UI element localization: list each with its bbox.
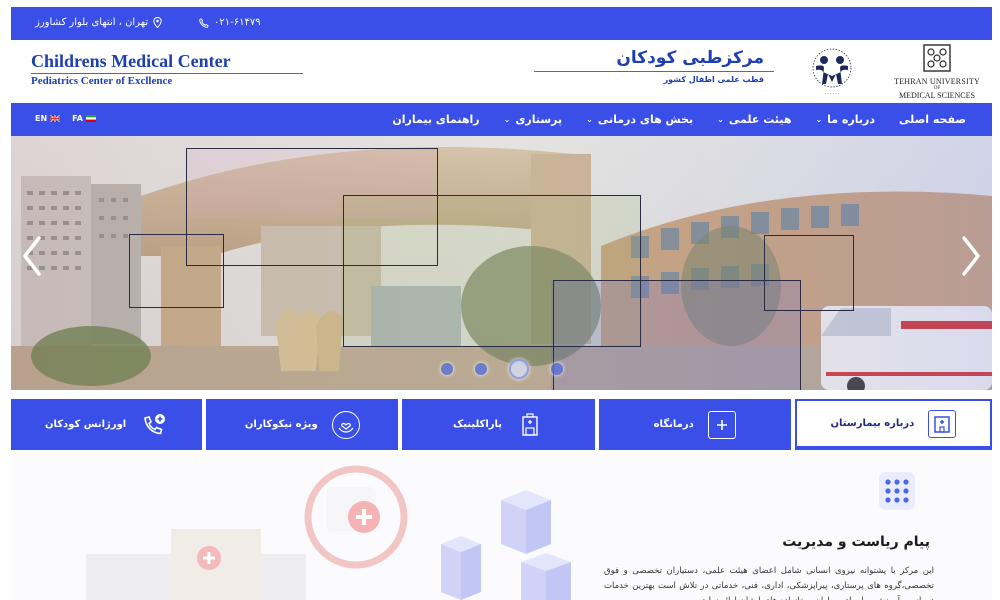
quick-link-paraclinic[interactable]: پاراکلینیک	[402, 399, 595, 450]
heart-hands-icon	[331, 410, 360, 439]
chevron-right-icon	[962, 236, 980, 276]
overlay-frame	[129, 234, 224, 308]
clinic-building-icon	[516, 411, 544, 439]
chevron-down-icon: ⌄	[815, 115, 823, 124]
chevron-left-icon	[23, 236, 41, 276]
quick-link-label: اورژانس کودکان	[44, 419, 127, 430]
tums-logo-line-1: TEHRAN UNIVERSITY	[894, 77, 980, 86]
site-title-english[interactable]: Childrens Medical Center	[31, 51, 231, 72]
nav-item-faculty[interactable]: هیئت علمی ⌄	[705, 113, 803, 126]
lang-code: EN	[35, 114, 48, 123]
quick-link-label: درباره بیمارستان	[830, 418, 915, 429]
phone-info[interactable]: ۰۲۱-۶۱۴۷۹	[199, 17, 261, 28]
slider-dot[interactable]	[475, 363, 487, 375]
lang-code: FA	[72, 114, 83, 123]
language-switcher: EN FA	[35, 114, 96, 123]
quick-link-emergency[interactable]: اورژانس کودکان	[10, 399, 203, 450]
top-info-bar: تهران ، انتهای بلوار کشاورز ۰۲۱-۶۱۴۷۹	[11, 7, 992, 40]
slider-dot-active[interactable]	[509, 359, 529, 379]
lang-en[interactable]: EN	[35, 114, 61, 123]
nav-item-departments[interactable]: بخش های درمانی ⌄	[574, 113, 705, 126]
chevron-down-icon: ⌄	[503, 115, 511, 124]
svg-text:- - - - - -: - - - - - -	[824, 91, 840, 96]
management-message-icon	[879, 472, 915, 510]
management-title: پیام ریاست و مدیریت	[782, 534, 930, 550]
hero-slider[interactable]	[11, 136, 992, 390]
nav-item-home[interactable]: صفحه اصلی	[887, 113, 978, 126]
chevron-down-icon: ⌄	[717, 115, 724, 124]
phone-icon	[199, 17, 209, 28]
lang-fa[interactable]: FA	[72, 114, 96, 123]
nav-menu: صفحه اصلی درباره ما ⌄ هیئت علمی ⌄ بخش ها…	[380, 103, 978, 136]
management-body: این مرکز با پشتوانه نیروی انسانی شامل اع…	[604, 566, 934, 600]
plus-square-icon	[707, 410, 736, 439]
nav-item-label: درباره ما	[827, 113, 875, 126]
slider-dot[interactable]	[551, 363, 563, 375]
quick-link-about-hospital[interactable]: درباره بیمارستان	[794, 399, 992, 450]
site-title-persian[interactable]: مرکزطبی کودکان	[616, 48, 764, 68]
site-subtitle-english: Pediatrics Center of Excllence	[31, 75, 173, 87]
quick-link-label: درمانگاه	[653, 419, 694, 430]
quick-link-label: پاراکلینیک	[452, 419, 503, 430]
overlay-frame	[764, 235, 854, 311]
phone-number: ۰۲۱-۶۱۴۷۹	[214, 17, 261, 28]
quick-link-donors[interactable]: ویژه نیکوکاران	[206, 399, 399, 450]
hospital-building-icon	[928, 409, 957, 438]
page: تهران ، انتهای بلوار کشاورز ۰۲۱-۶۱۴۷۹ Ch…	[0, 0, 1000, 600]
quick-links: درباره بیمارستان درمانگاه پاراکلینیک ویژ…	[10, 399, 992, 450]
site-subtitle-persian: قطب علمی اطفال کشور	[663, 75, 764, 84]
nav-item-about[interactable]: درباره ما ⌄	[803, 113, 887, 126]
chevron-down-icon: ⌄	[586, 115, 593, 124]
uk-flag-icon	[50, 115, 61, 122]
nav-item-patient-guide[interactable]: راهنمای بیماران	[380, 113, 491, 126]
slider-pagination	[441, 359, 563, 379]
nav-item-label: هیئت علمی	[728, 113, 792, 126]
slider-next-button[interactable]	[956, 234, 986, 278]
location-pin-icon	[153, 17, 162, 28]
management-section: پیام ریاست و مدیریت این مرکز با پشتوانه …	[11, 454, 992, 600]
slider-dot[interactable]	[441, 363, 453, 375]
nav-item-label: بخش های درمانی	[597, 113, 694, 126]
address-info: تهران ، انتهای بلوار کشاورز	[35, 17, 162, 28]
nav-item-label: راهنمای بیماران	[392, 113, 480, 126]
site-header: Childrens Medical Center Pediatrics Cent…	[11, 40, 992, 103]
slider-prev-button[interactable]	[17, 234, 47, 278]
title-divider	[31, 73, 303, 74]
nav-item-label: پرستاری	[515, 113, 563, 126]
tums-emblem-icon	[923, 44, 951, 72]
nav-item-label: صفحه اصلی	[899, 113, 966, 126]
tums-logo-line-3: MEDICAL SCIENCES	[899, 91, 975, 100]
tehran-university-logo[interactable]: TEHRAN UNIVERSITY OF MEDICAL SCIENCES	[891, 44, 983, 100]
main-nav: صفحه اصلی درباره ما ⌄ هیئت علمی ⌄ بخش ها…	[11, 103, 992, 136]
title-divider-persian	[534, 71, 774, 72]
address-text: تهران ، انتهای بلوار کشاورز	[35, 17, 149, 28]
iran-flag-icon	[85, 115, 96, 122]
childrens-medical-center-logo[interactable]: - - - - - -	[806, 46, 858, 98]
nav-item-nursing[interactable]: پرستاری ⌄	[492, 113, 575, 126]
quick-link-label: ویژه نیکوکاران	[244, 419, 318, 430]
quick-link-clinic[interactable]: درمانگاه	[598, 399, 791, 450]
phone-plus-icon	[140, 411, 168, 439]
